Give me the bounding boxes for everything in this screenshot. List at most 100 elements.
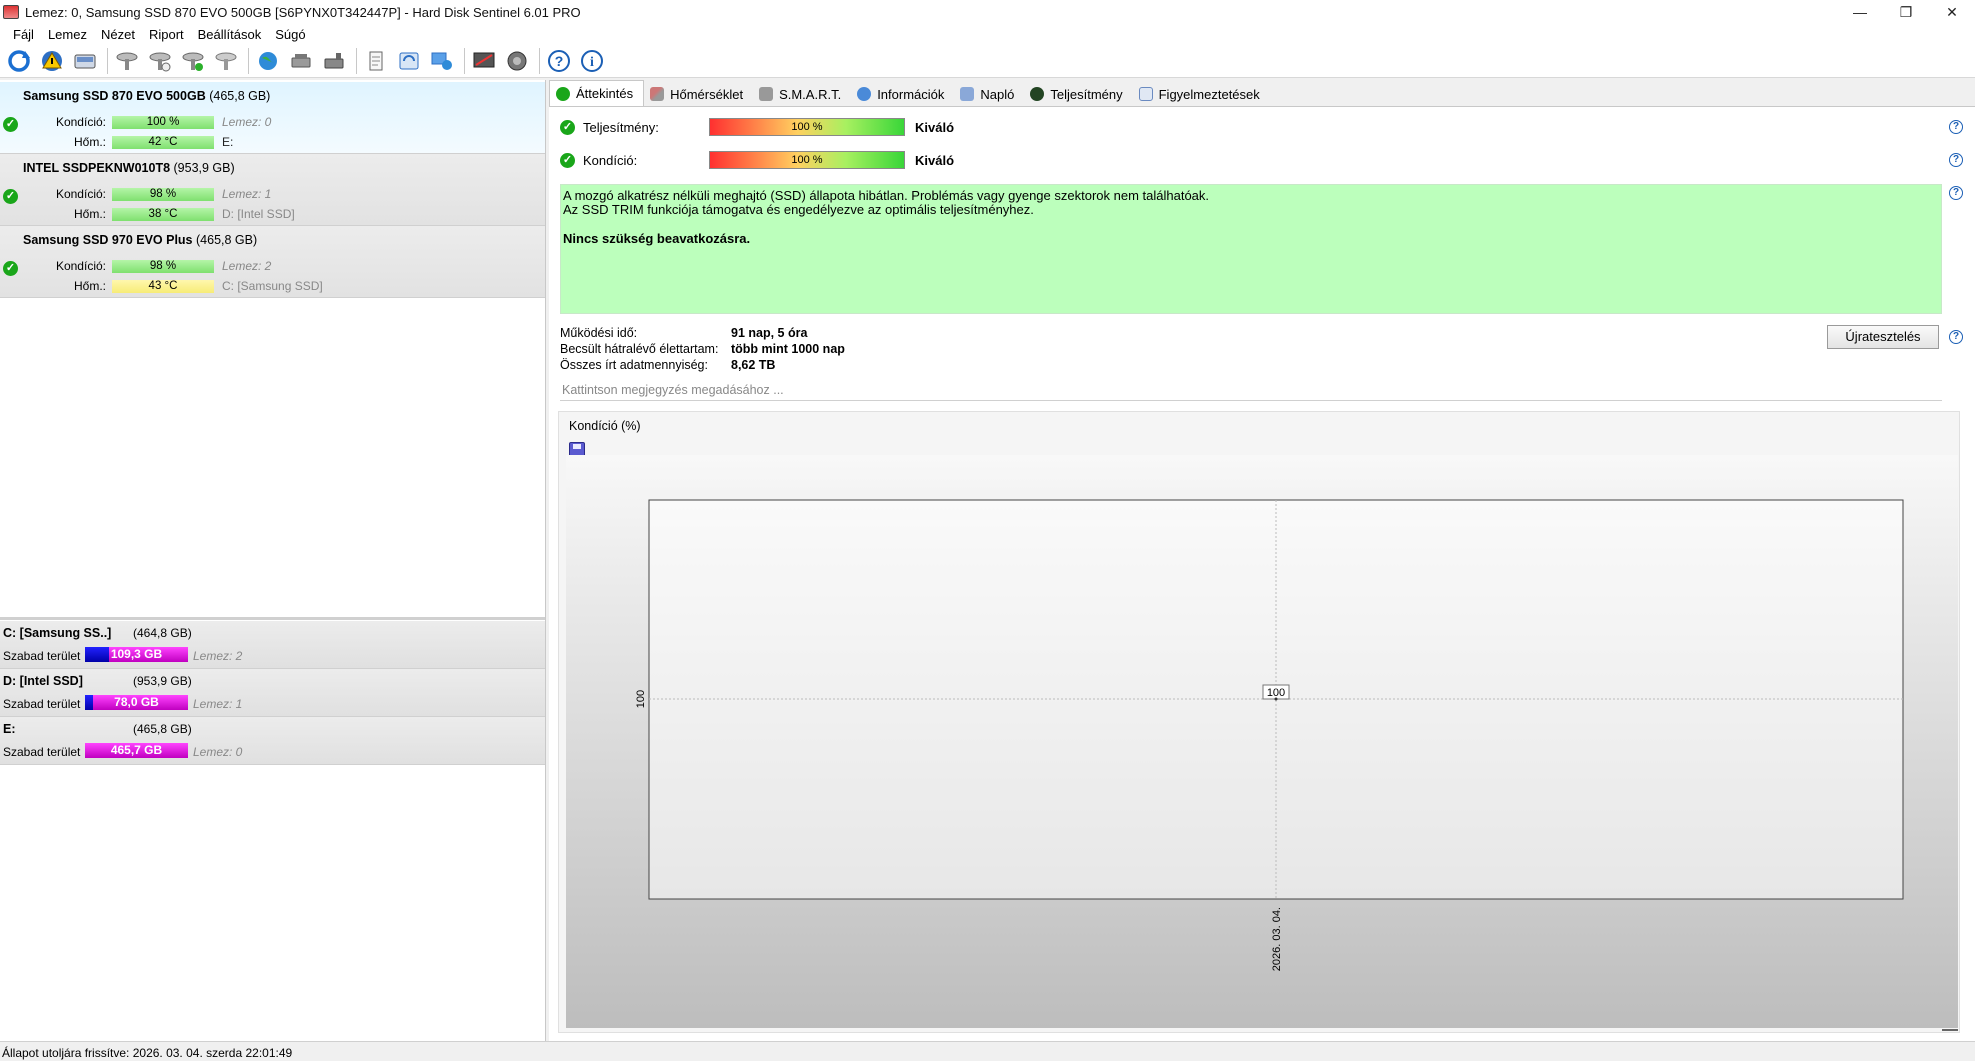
volume-size: (464,8 GB) [133, 626, 192, 640]
status-text: Állapot utoljára frissítve: 2026. 03. 04… [2, 1046, 293, 1060]
free-space-value: 78,0 GB [114, 695, 159, 709]
report-icon[interactable] [361, 46, 391, 76]
x-tick-label: 2026. 03. 04. [1271, 907, 1283, 971]
free-space-value: 109,3 GB [110, 647, 163, 661]
menu-view[interactable]: Nézet [94, 27, 142, 42]
disk-number: Lemez: 1 [222, 187, 272, 201]
globe-icon[interactable] [253, 46, 283, 76]
tab-log[interactable]: Napló [954, 82, 1024, 106]
volume-entry[interactable]: D: [Intel SSD] (953,9 GB) Szabad terület… [0, 669, 545, 717]
drive-letter: D: [Intel SSD] [222, 207, 295, 221]
status-bar: Állapot utoljára frissítve: 2026. 03. 04… [0, 1041, 1975, 1061]
condition-bar: 98 % [112, 260, 214, 273]
drive-letter: C: [Samsung SSD] [222, 279, 323, 293]
alert-icon[interactable] [37, 46, 67, 76]
tab-label: Áttekintés [576, 86, 634, 101]
left-panel: Samsung SSD 870 EVO 500GB (465,8 GB) ✓ K… [0, 80, 546, 1041]
drive-letter: E: [222, 135, 234, 149]
toolbar-separator [464, 47, 465, 74]
status-ok-icon: ✓ [3, 189, 18, 204]
tab-temperature[interactable]: Hőmérséklet [644, 82, 753, 106]
volume-name: E: [3, 722, 16, 736]
volume-disk-number: Lemez: 2 [193, 649, 243, 663]
splitter[interactable] [0, 617, 545, 620]
smart-icon [759, 87, 774, 101]
info-icon [857, 87, 872, 101]
free-space-value: 465,7 GB [110, 743, 163, 757]
probe-check-icon[interactable] [178, 46, 208, 76]
monitor-icon[interactable] [469, 46, 499, 76]
check-icon [556, 86, 570, 101]
probe-add-icon[interactable] [211, 46, 241, 76]
toolbar-separator [248, 47, 249, 74]
tab-label: Napló [980, 86, 1015, 102]
refresh-icon[interactable] [4, 46, 34, 76]
condition-label: Kondíció: [55, 115, 106, 129]
tab-bar: Áttekintés Hőmérséklet S.M.A.R.T. Inform… [549, 80, 1975, 106]
disk-entry[interactable]: Samsung SSD 970 EVO Plus (465,8 GB) ✓ Ko… [0, 226, 545, 298]
condition-label: Kondíció: [55, 187, 106, 201]
window-title: Lemez: 0, Samsung SSD 870 EVO 500GB [S6P… [25, 4, 581, 20]
menu-disk[interactable]: Lemez [41, 27, 94, 42]
temperature-bar: 42 °C [112, 136, 214, 149]
tab-label: S.M.A.R.T. [779, 86, 842, 102]
tab-information[interactable]: Információk [851, 82, 954, 106]
tab-alerts[interactable]: Figyelmeztetések [1133, 82, 1270, 106]
menu-settings[interactable]: Beállítások [191, 27, 269, 42]
sync-icon[interactable] [394, 46, 424, 76]
minimize-button[interactable]: — [1837, 0, 1883, 24]
gauge-icon [1030, 87, 1045, 101]
temperature-label: Hőm.: [73, 207, 106, 221]
tab-overview[interactable]: Áttekintés [549, 80, 645, 106]
condition-bar: 100 % [112, 116, 214, 129]
menu-bar: Fájl Lemez Nézet Riport Beállítások Súgó [0, 24, 1975, 44]
volume-size: (953,9 GB) [133, 674, 192, 688]
free-space-bar: 465,7 GB [85, 743, 188, 758]
menu-help[interactable]: Súgó [268, 27, 312, 42]
right-panel: Áttekintés Hőmérséklet S.M.A.R.T. Inform… [549, 80, 1975, 1041]
disk-name: Samsung SSD 870 EVO 500GB (465,8 GB) [23, 89, 271, 103]
close-button[interactable]: ✕ [1929, 0, 1975, 24]
toolbar-separator [539, 47, 540, 74]
alerts-icon [1138, 87, 1153, 101]
volume-name: D: [Intel SSD] [3, 674, 83, 688]
drive-alt-icon[interactable] [319, 46, 349, 76]
info-icon[interactable]: i [577, 46, 607, 76]
volume-entry[interactable]: E: (465,8 GB) Szabad terület 465,7 GB Le… [0, 717, 545, 765]
log-icon [960, 87, 975, 101]
disk-number: Lemez: 0 [222, 115, 272, 129]
y-tick-label: 100 [635, 690, 647, 708]
probe-test-icon[interactable] [145, 46, 175, 76]
tab-label: Figyelmeztetések [1158, 86, 1260, 102]
temperature-label: Hőm.: [73, 135, 106, 149]
drive-icon[interactable] [286, 46, 316, 76]
temperature-label: Hőm.: [73, 279, 106, 293]
overview-content: ✓ Teljesítmény: 100 % Kiváló ? ✓ Kondíci… [549, 106, 1975, 1041]
disk-name: INTEL SSDPEKNW010T8 (953,9 GB) [23, 161, 235, 175]
resize-grip[interactable] [1942, 1029, 1958, 1031]
svg-text:?: ? [555, 53, 564, 69]
tab-smart[interactable]: S.M.A.R.T. [753, 82, 851, 106]
disk-entry[interactable]: Samsung SSD 870 EVO 500GB (465,8 GB) ✓ K… [0, 82, 545, 154]
menu-report[interactable]: Riport [142, 27, 191, 42]
speaker-icon[interactable] [502, 46, 532, 76]
help-icon[interactable]: ? [544, 46, 574, 76]
tab-performance[interactable]: Teljesítmény [1024, 82, 1132, 106]
menu-file[interactable]: Fájl [6, 27, 41, 42]
maximize-button[interactable]: ❐ [1883, 0, 1929, 24]
volume-name: C: [Samsung SS..] [3, 626, 112, 640]
volume-disk-number: Lemez: 0 [193, 745, 243, 759]
volume-entry[interactable]: C: [Samsung SS..] (464,8 GB) Szabad terü… [0, 621, 545, 669]
volume-disk-number: Lemez: 1 [193, 697, 243, 711]
app-icon [3, 5, 19, 19]
data-label: 100 [1267, 687, 1285, 699]
tab-label: Hőmérséklet [670, 86, 744, 102]
status-ok-icon: ✓ [3, 117, 18, 132]
disk-entry[interactable]: INTEL SSDPEKNW010T8 (953,9 GB) ✓ Kondíci… [0, 154, 545, 226]
title-bar: Lemez: 0, Samsung SSD 870 EVO 500GB [S6P… [0, 0, 1975, 24]
network-icon[interactable] [427, 46, 457, 76]
disk-icon[interactable] [70, 46, 100, 76]
toolbar-separator [107, 47, 108, 74]
probe-icon[interactable] [112, 46, 142, 76]
thermometer-icon [650, 87, 665, 101]
